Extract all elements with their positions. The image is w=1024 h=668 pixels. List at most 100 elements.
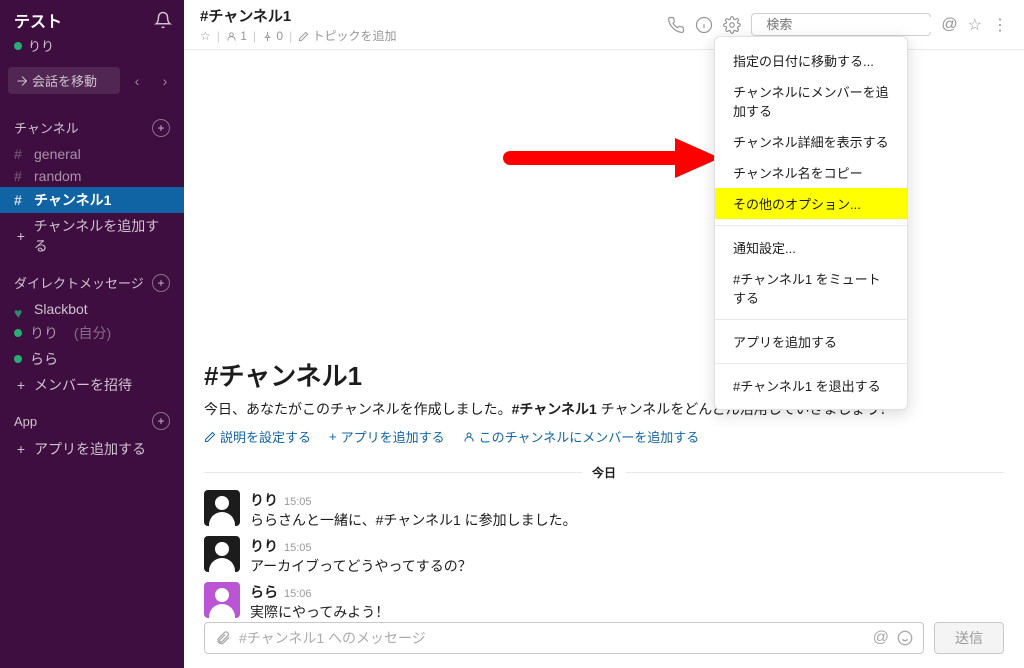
message-item[interactable]: りり 15:05 アーカイブってどうやってするの？ [204,536,1004,576]
add-app-link[interactable]: + アプリを追加する [0,436,184,462]
presence-dot-icon [14,355,22,363]
dd-divider [715,319,907,320]
dd-divider [715,363,907,364]
plus-icon: + [329,429,337,444]
hash-icon: # [14,168,28,184]
dd-jump-to-date[interactable]: 指定の日付に移動する... [715,45,907,76]
sidebar-item-channel1[interactable]: # チャンネル1 [0,187,184,213]
message-item[interactable]: らら15:06 実際にやってみよう！ [204,582,1004,622]
message-text: アーカイブってどうやってするの？ [250,556,1004,576]
sidebar-item-general[interactable]: # general [0,143,184,165]
self-suffix: (自分) [74,323,111,343]
channel-title[interactable]: #チャンネル1 [200,5,657,26]
add-channel-link[interactable]: + チャンネルを追加する [0,213,184,259]
sidebar-item-label: チャンネル1 [34,190,111,210]
invite-members-link[interactable]: +メンバーを招待 [0,372,184,398]
dd-mute-channel[interactable]: #チャンネル1 をミュートする [715,263,907,313]
message-time: 15:05 [284,542,312,554]
members-count[interactable]: 1 [226,29,247,43]
mentions-icon[interactable]: @ [941,16,957,34]
set-description-link[interactable]: 説明を設定する [204,427,311,446]
info-icon[interactable] [695,16,713,34]
sidebar-item-label: general [34,146,81,162]
gear-icon[interactable] [723,16,741,34]
message-time: 15:06 [284,588,312,600]
sidebar-item-label: random [34,168,81,184]
add-channel-label: チャンネルを追加する [34,216,170,256]
avatar[interactable] [204,582,240,618]
star-icon[interactable]: ☆ [200,29,211,43]
sidebar-item-label: Slackbot [34,301,88,317]
presence-dot-icon [14,42,22,50]
add-app-icon[interactable]: + [152,412,170,430]
dd-more-options[interactable]: その他のオプション... [715,188,907,219]
dd-notification-settings[interactable]: 通知設定... [715,232,907,263]
message-input[interactable] [239,630,865,646]
sidebar-item-random[interactable]: # random [0,165,184,187]
channels-section-title: チャンネル + [0,112,184,143]
current-user-name: りり [28,36,54,55]
mention-icon[interactable]: @ [873,629,889,647]
message-user[interactable]: りり [250,536,278,556]
plus-icon: + [14,377,28,393]
history-forward-icon[interactable]: › [154,69,176,93]
dd-add-members[interactable]: チャンネルにメンバーを追加する [715,76,907,126]
sidebar-item-slackbot[interactable]: ♥Slackbot [0,298,184,320]
plus-icon: + [14,228,28,244]
date-label: 今日 [582,464,626,481]
topic-add[interactable]: トピックを追加 [298,27,396,44]
star-header-icon[interactable]: ☆ [968,15,982,35]
call-icon[interactable] [667,16,685,34]
apps-section-title: App + [0,406,184,436]
sidebar-item-self[interactable]: りり (自分) [0,320,184,346]
message-composer[interactable]: @ [204,622,924,654]
sidebar-item-rara[interactable]: らら [0,346,184,372]
add-app-link[interactable]: +アプリを追加する [329,427,445,446]
avatar[interactable] [204,536,240,572]
message-user[interactable]: りり [250,490,278,510]
message-text: ららさんと一緒に、#チャンネル1 に参加しました。 [250,510,1004,530]
dd-leave-channel[interactable]: #チャンネル1 を退出する [715,370,907,401]
pencil-icon [204,431,216,443]
jump-label: 会話を移動 [32,71,97,90]
workspace-header[interactable]: テスト [0,0,184,36]
emoji-icon[interactable] [897,630,913,646]
hash-icon: # [14,192,28,208]
jump-to-button[interactable]: 会話を移動 [8,67,120,94]
channels-title-label: チャンネル [14,118,79,137]
send-button[interactable]: 送信 [934,622,1004,654]
dd-channel-details[interactable]: チャンネル詳細を表示する [715,126,907,157]
message-item[interactable]: りり 15:05 ららさんと一緒に、#チャンネル1 に参加しました。 [204,490,1004,530]
message-time: 15:05 [284,496,312,508]
dd-add-app[interactable]: アプリを追加する [715,326,907,357]
search-input[interactable] [766,17,942,32]
message-user[interactable]: らら [250,582,278,602]
attach-icon[interactable] [215,630,231,646]
pins-count[interactable]: 0 [262,29,283,43]
avatar[interactable] [204,490,240,526]
dd-divider [715,225,907,226]
intro-links: 説明を設定する +アプリを追加する このチャンネルにメンバーを追加する [204,427,1004,446]
add-dm-icon[interactable]: + [152,274,170,292]
workspace-user[interactable]: りり [0,36,184,63]
notifications-icon[interactable] [154,11,172,29]
date-divider: 今日 [184,464,1024,481]
workspace-name: テスト [14,8,62,32]
dd-copy-name[interactable]: チャンネル名をコピー [715,157,907,188]
settings-dropdown: 指定の日付に移動する... チャンネルにメンバーを追加する チャンネル詳細を表示… [714,36,908,410]
sidebar-item-label: らら [30,349,58,369]
add-channel-icon[interactable]: + [152,119,170,137]
plus-icon: + [14,441,28,457]
channel-subheader: ☆| 1| 0| トピックを追加 [200,27,657,44]
apps-title-label: App [14,414,37,429]
add-app-label: アプリを追加する [34,439,146,459]
sidebar-item-label: りり [30,323,58,343]
person-icon [463,431,475,443]
add-members-link[interactable]: このチャンネルにメンバーを追加する [463,427,700,446]
dms-title-label: ダイレクトメッセージ [14,273,144,292]
history-back-icon[interactable]: ‹ [126,69,148,93]
hash-icon: # [14,146,28,162]
dms-section-title: ダイレクトメッセージ + [0,267,184,298]
search-box[interactable] [751,13,931,36]
more-vert-icon[interactable]: ⋮ [992,15,1008,35]
